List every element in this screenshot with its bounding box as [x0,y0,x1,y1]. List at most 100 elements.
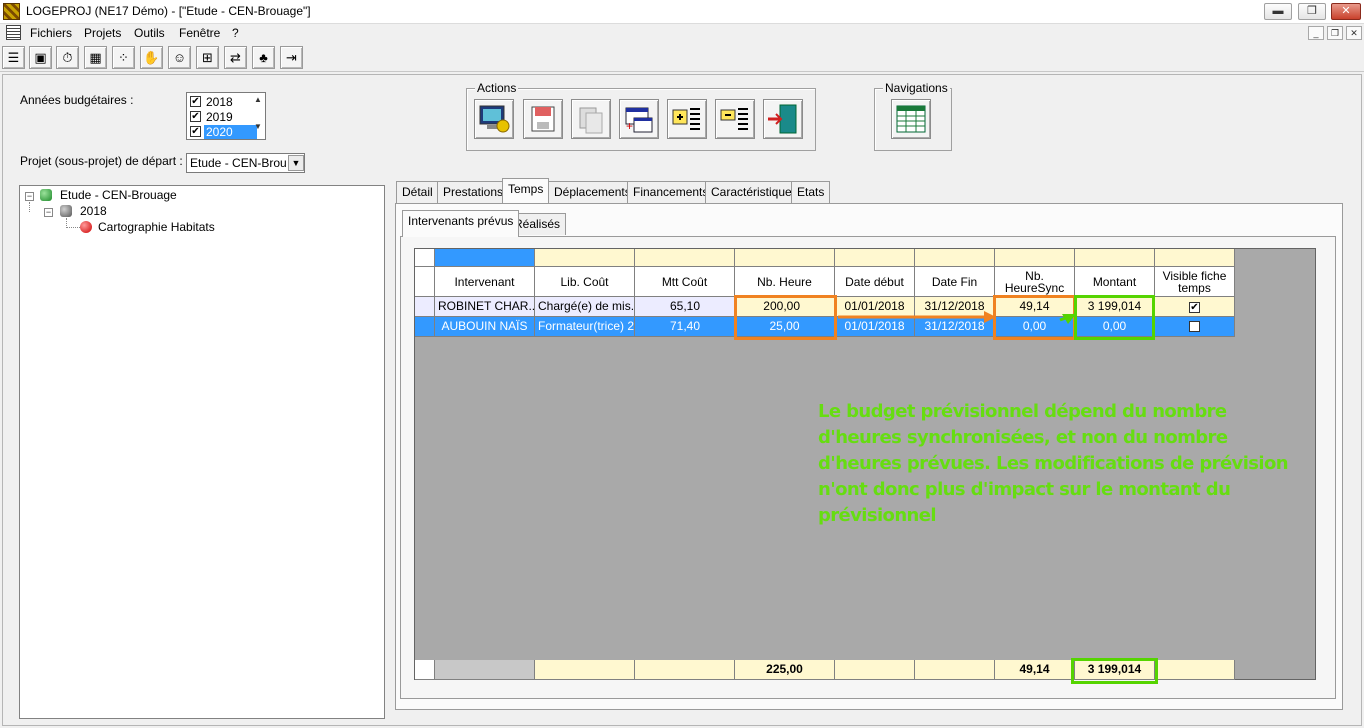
menu-outils[interactable]: Outils [134,26,165,40]
close-button[interactable]: ✕ [1331,3,1361,20]
menu-help[interactable]: ? [232,26,239,40]
mdi-minimize-button[interactable]: _ [1308,26,1324,40]
table-cell-visible[interactable]: ✔ [1155,297,1235,317]
title-bar: LOGEPROJ (NE17 Démo) - ["Etude - CEN-Bro… [0,0,1364,24]
column-header-mtt-cout[interactable]: Mtt Coût [635,267,735,297]
split-icon[interactable]: ⇄ [224,46,247,69]
tab-financements[interactable]: Financements [627,181,715,203]
tab-caracteristiques[interactable]: Caractéristiques [705,181,804,203]
table-cell-intervenant[interactable]: AUBOUIN NAÏS [435,317,535,337]
document-list-icon[interactable] [6,25,21,40]
network-icon[interactable]: ⁘ [112,46,135,69]
navigations-title: Navigations [883,81,950,95]
table-cell-visible[interactable] [1155,317,1235,337]
years-scrollbar[interactable]: ▲ ▼ [251,93,265,139]
collapse-icon[interactable]: − [25,192,34,201]
column-header-montant[interactable]: Montant [1075,267,1155,297]
svg-text:+: + [626,119,633,133]
tree-item-year[interactable]: 2018 [80,204,107,218]
scroll-up-icon[interactable]: ▲ [251,95,265,104]
exit-door-icon[interactable] [763,99,803,139]
year-item-2019[interactable]: ✔ 2019 [189,109,251,124]
stopwatch-icon[interactable]: ⏱ [56,46,79,69]
list-icon[interactable]: ☰ [2,46,25,69]
year-checkbox[interactable]: ✔ [190,111,201,122]
people-icon[interactable]: ☺ [168,46,191,69]
column-header-visible[interactable]: Visible fiche temps [1155,267,1235,297]
highlight-montant [1074,295,1155,340]
restore-button[interactable]: ❐ [1298,3,1326,20]
navigations-group: Navigations [874,81,952,151]
toolbar: ☰ ▣ ⏱ ▦ ⁘ ✋ ☺ ⊞ ⇄ ♣ ⇥ [0,44,1364,72]
mdi-restore-button[interactable]: ❐ [1327,26,1343,40]
row-selector[interactable] [415,317,435,337]
tab-prestations[interactable]: Prestations [437,181,510,203]
tab-etats[interactable]: Etats [791,181,831,203]
year-label: 2020 [204,125,257,139]
column-header-nb-heure[interactable]: Nb. Heure [735,267,835,297]
project-dropdown[interactable]: Etude - CEN-Brouage ▼ [186,153,305,173]
year-node-icon [60,205,72,217]
table-cell-mtt-cout[interactable]: 71,40 [635,317,735,337]
years-label: Années budgétaires : [20,93,134,107]
annotation-text: Le budget prévisionnel dépend du nombre … [818,401,1289,526]
calculator-icon[interactable]: ▦ [84,46,107,69]
remove-row-icon[interactable] [715,99,755,139]
highlight-total-montant [1071,658,1158,684]
year-label: 2019 [206,110,233,124]
window-title: LOGEPROJ (NE17 Démo) - ["Etude - CEN-Bro… [26,4,311,18]
table-cell-lib-cout[interactable]: Chargé(e) de mis... [535,297,635,317]
year-checkbox[interactable]: ✔ [190,96,201,107]
column-header-date-fin[interactable]: Date Fin [915,267,995,297]
copy-icon[interactable] [571,99,611,139]
total-nb-heure: 225,00 [735,660,835,680]
column-header-intervenant[interactable]: Intervenant [435,267,535,297]
menu-fenetre[interactable]: Fenêtre [179,26,220,40]
year-item-2018[interactable]: ✔ 2018 [189,94,251,109]
table-grid-icon[interactable] [891,99,931,139]
chevron-down-icon[interactable]: ▼ [288,155,304,171]
handshake-icon[interactable]: ✋ [140,46,163,69]
row-selector[interactable] [415,297,435,317]
visible-checkbox[interactable]: ✔ [1189,302,1200,313]
tab-detail[interactable]: Détail [396,181,439,203]
menu-fichiers[interactable]: Fichiers [30,26,72,40]
project-node-icon [40,189,52,201]
collapse-icon[interactable]: − [44,208,53,217]
computer-settings-icon[interactable] [474,99,514,139]
tab-deplacements[interactable]: Déplacements [548,181,637,203]
add-row-icon[interactable] [667,99,707,139]
project-dropdown-value: Etude - CEN-Brouage [190,156,286,170]
tab-temps[interactable]: Temps [502,178,550,203]
project-tree[interactable]: − Etude - CEN-Brouage − 2018 Cartographi… [19,185,385,719]
tree-chart-icon[interactable]: ⊞ [196,46,219,69]
menu-bar: Fichiers Projets Outils Fenêtre ? _ ❐ ✕ [0,24,1364,43]
scroll-down-icon[interactable]: ▼ [251,122,265,131]
column-header-date-debut[interactable]: Date début [835,267,915,297]
actions-group: Actions + [466,81,816,151]
table-cell-mtt-cout[interactable]: 65,10 [635,297,735,317]
visible-checkbox[interactable] [1189,321,1200,332]
exit-icon[interactable]: ⇥ [280,46,303,69]
project-label: Projet (sous-projet) de départ : [20,154,183,168]
mdi-close-button[interactable]: ✕ [1346,26,1362,40]
column-header-nb-heuresync[interactable]: Nb. HeureSync [995,267,1075,297]
tab-intervenants-prevus[interactable]: Intervenants prévus [402,210,520,237]
year-item-2020[interactable]: ✔ 2020 [189,124,257,139]
app-logo-icon [3,3,20,20]
tree-item-root[interactable]: Etude - CEN-Brouage [60,188,177,202]
table-cell-lib-cout[interactable]: Formateur(trice) 2... [535,317,635,337]
save-disk-icon[interactable] [523,99,563,139]
year-checkbox[interactable]: ✔ [190,126,201,137]
window-add-icon[interactable]: + [619,99,659,139]
leaf-node-icon [80,221,92,233]
menu-projets[interactable]: Projets [84,26,121,40]
scanner-icon[interactable]: ▣ [29,46,52,69]
minimize-button[interactable]: ▬ [1264,3,1292,20]
column-header-lib-cout[interactable]: Lib. Coût [535,267,635,297]
frog-icon[interactable]: ♣ [252,46,275,69]
actions-title: Actions [475,81,519,95]
tree-item-leaf[interactable]: Cartographie Habitats [98,220,215,234]
year-label: 2018 [206,95,233,109]
table-cell-intervenant[interactable]: ROBINET CHAR... [435,297,535,317]
